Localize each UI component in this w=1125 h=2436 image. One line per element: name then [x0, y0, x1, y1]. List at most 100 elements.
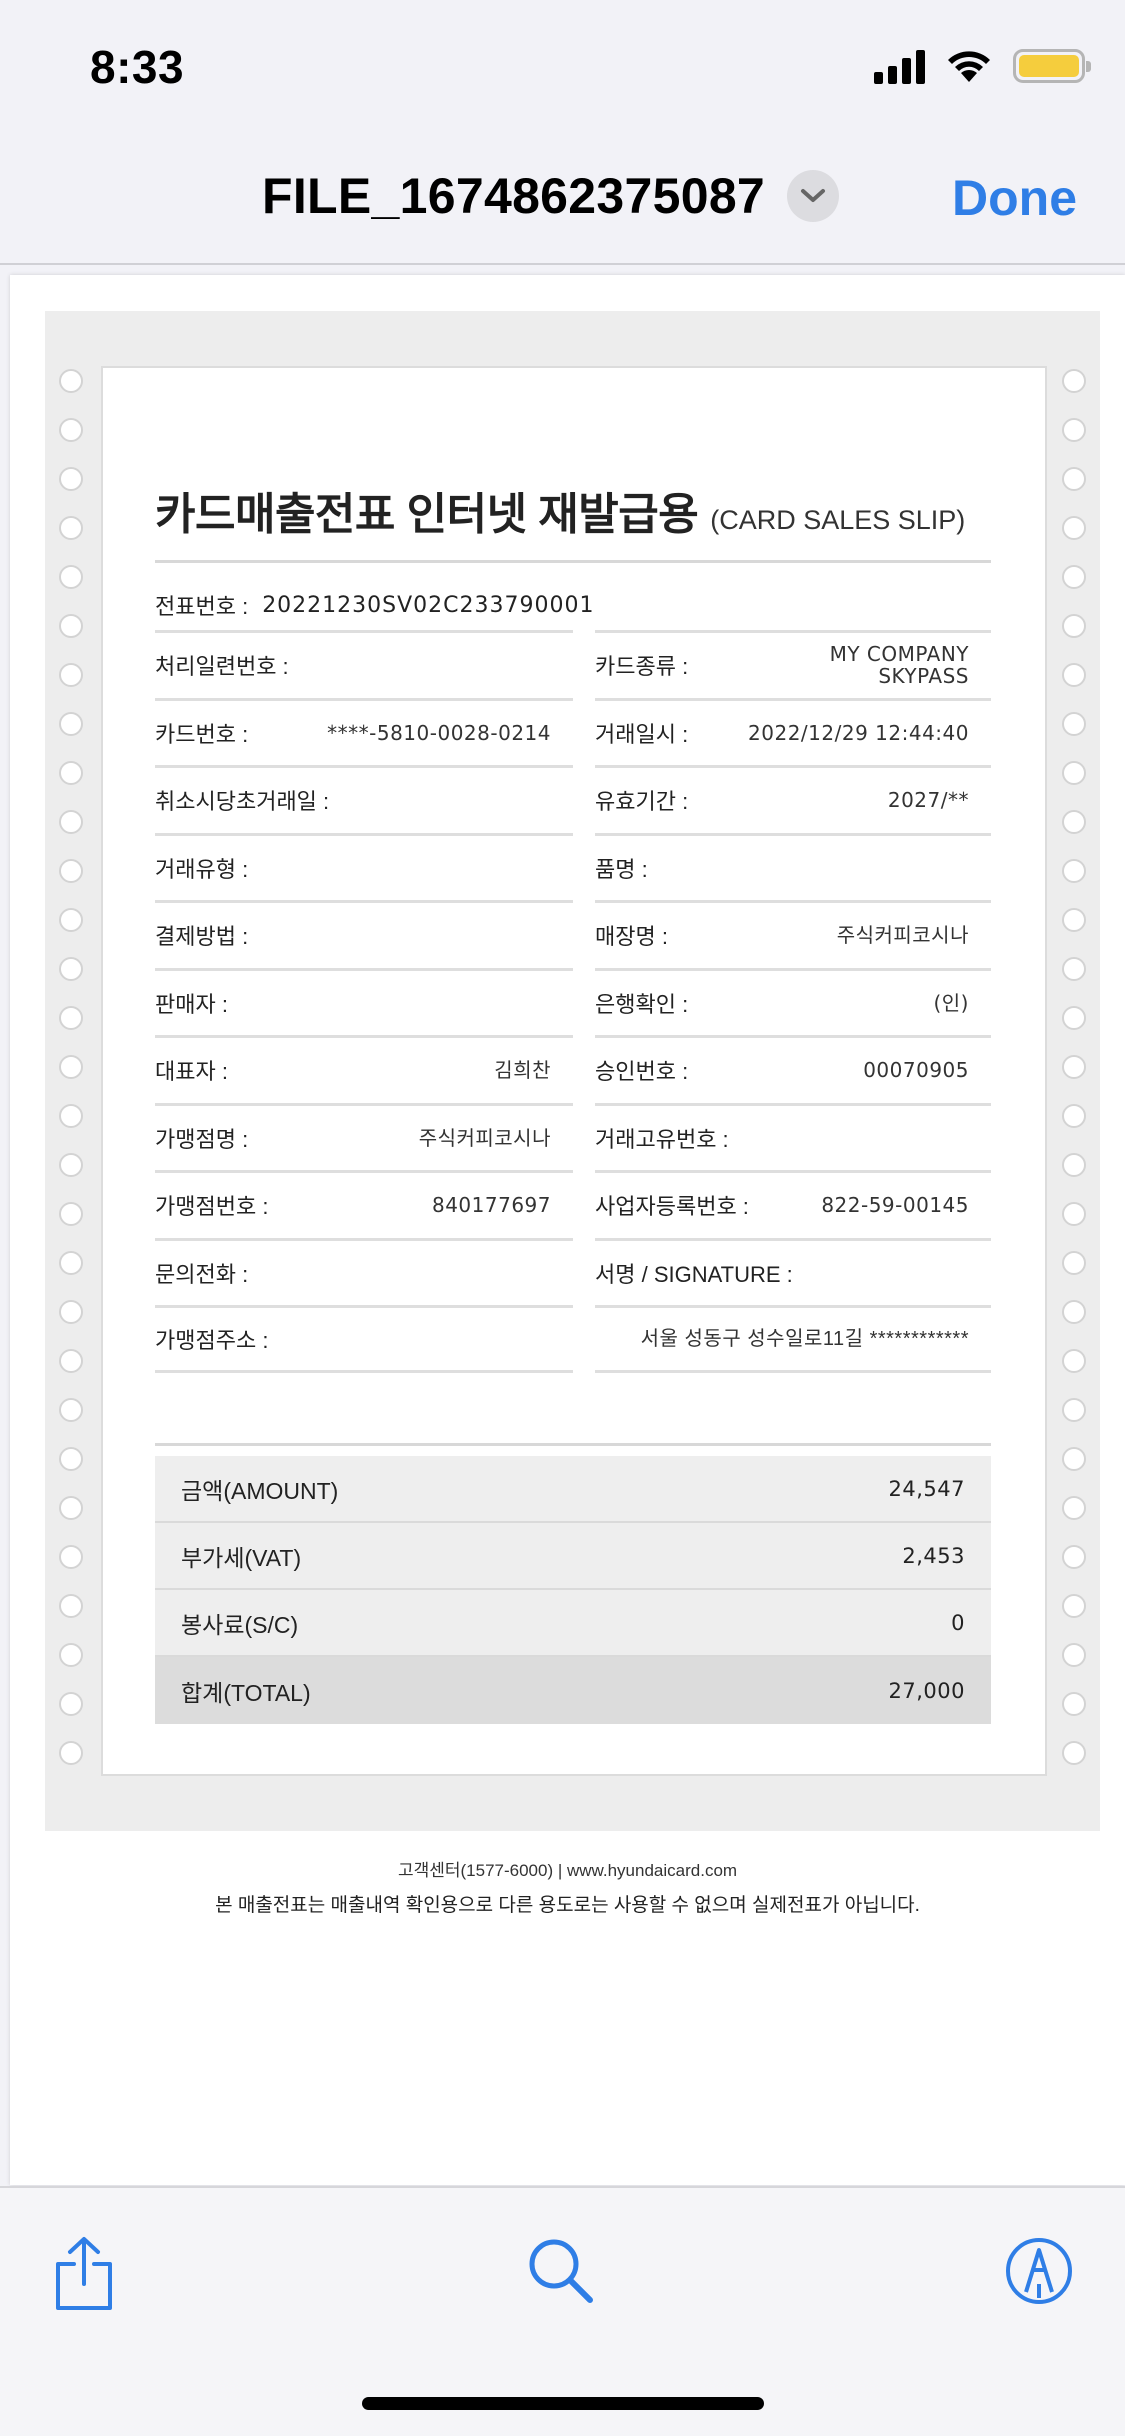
field-row: 가맹점번호 : 840177697 — [155, 1170, 573, 1238]
nav-bar: FILE_1674862375087 Done — [0, 135, 1125, 265]
field-row: 품명 : — [595, 832, 991, 901]
search-button[interactable] — [526, 2236, 596, 2311]
total-label: 봉사료(S/C) — [181, 1611, 299, 1638]
field-row: 가맹점명 : 주식커피코시나 — [155, 1102, 573, 1171]
cellular-signal-icon — [874, 48, 925, 84]
field-value: MY COMPANY SKYPASS — [829, 642, 969, 689]
customer-center-line: 고객센터(1577-6000) | www.hyundaicard.com — [397, 1861, 738, 1880]
total-row-service-charge: 봉사료(S/C) 0 — [155, 1590, 991, 1657]
status-icons — [874, 48, 1091, 84]
total-value: 27,000 — [888, 1678, 965, 1703]
field-row: 카드종류 : MY COMPANY SKYPASS — [595, 630, 991, 698]
field-value: (인) — [933, 990, 969, 1015]
sales-slip: 카드매출전표 인터넷 재발급용 (CARD SALES SLIP) 전표번호 :… — [101, 366, 1047, 1776]
field-row: 처리일련번호 : — [155, 630, 573, 698]
field-label: 카드종류 : — [595, 654, 689, 680]
field-value: ****-5810-0028-0214 — [327, 720, 551, 745]
field-label: 판매자 : — [155, 991, 228, 1017]
slip-frame: 카드매출전표 인터넷 재발급용 (CARD SALES SLIP) 전표번호 :… — [45, 311, 1100, 1831]
field-label: 사업자등록번호 : — [595, 1194, 749, 1220]
field-value: 822-59-00145 — [821, 1193, 969, 1218]
field-row: 문의전화 : — [155, 1237, 573, 1306]
field-label: 은행확인 : — [595, 991, 689, 1017]
field-row: 유효기간 : 2027/** — [595, 765, 991, 833]
status-time: 8:33 — [90, 41, 185, 93]
field-value: 00070905 — [863, 1058, 969, 1083]
field-row: 거래일시 : 2022/12/29 12:44:40 — [595, 697, 991, 766]
field-label: 문의전화 : — [155, 1261, 249, 1287]
chevron-down-icon[interactable] — [787, 170, 840, 222]
home-indicator[interactable] — [362, 2397, 764, 2410]
share-button[interactable] — [52, 2236, 116, 2317]
field-value: 김희찬 — [494, 1058, 551, 1083]
field-value: 주식커피코시나 — [836, 923, 969, 948]
field-value: 2022/12/29 12:44:40 — [748, 720, 969, 745]
merchant-address-value: 서울 성동구 성수일로11길 ************ — [640, 1327, 969, 1350]
total-value: 2,453 — [902, 1543, 965, 1568]
field-value: 2027/** — [887, 788, 969, 813]
field-label: 서명 / SIGNATURE : — [595, 1261, 793, 1287]
document-page[interactable]: 카드매출전표 인터넷 재발급용 (CARD SALES SLIP) 전표번호 :… — [10, 275, 1125, 2185]
left-field-column: 처리일련번호 : 카드번호 : ****-5810-0028-0214 취소시당초… — [155, 630, 573, 1373]
total-value: 0 — [951, 1610, 965, 1635]
field-row: 가맹점주소 : — [155, 1305, 573, 1373]
disclaimer-line: 본 매출전표는 매출내역 확인용으로 다른 용도로는 사용할 수 없으며 실제전… — [215, 1895, 920, 1916]
field-label: 결제방법 : — [155, 924, 249, 950]
share-icon — [56, 2237, 112, 2310]
slip-number-label: 전표번호 : — [155, 594, 249, 619]
total-label: 합계(TOTAL) — [181, 1679, 311, 1706]
field-label: 취소시당초거래일 : — [155, 789, 330, 815]
field-row: 취소시당초거래일 : — [155, 765, 573, 833]
totals-table: 금액(AMOUNT) 24,547 부가세(VAT) 2,453 봉사료(S/C) 0… — [155, 1443, 991, 1724]
field-label: 품명 : — [595, 856, 648, 882]
file-title: FILE_1674862375087 — [262, 168, 766, 224]
title-divider — [155, 560, 991, 563]
field-row: 승인번호 : 00070905 — [595, 1035, 991, 1103]
field-label: 카드번호 : — [155, 721, 249, 747]
field-label: 거래일시 : — [595, 721, 689, 747]
markup-button[interactable] — [1004, 2236, 1074, 2311]
field-row: 결제방법 : — [155, 900, 573, 968]
perforation-left — [59, 369, 83, 1790]
slip-number-row: 전표번호 : 20221230SV02C233790001 — [155, 580, 595, 630]
field-label: 처리일련번호 : — [155, 654, 289, 680]
field-row: 대표자 : 김희찬 — [155, 1035, 573, 1103]
field-value: 주식커피코시나 — [418, 1125, 551, 1150]
field-label: 가맹점주소 : — [155, 1327, 269, 1353]
right-field-column: 카드종류 : MY COMPANY SKYPASS 거래일시 : 2022/12/29… — [595, 630, 991, 1373]
slip-title-english: (CARD SALES SLIP) — [710, 505, 966, 535]
field-row: 서명 / SIGNATURE : — [595, 1237, 991, 1306]
field-row: 거래유형 : — [155, 832, 573, 901]
status-bar: 8:33 — [0, 0, 1125, 135]
field-label: 매장명 : — [595, 924, 668, 950]
field-row: 은행확인 : (인) — [595, 967, 991, 1036]
battery-icon — [1013, 49, 1091, 83]
field-label: 거래유형 : — [155, 856, 249, 882]
field-row: 매장명 : 주식커피코시나 — [595, 900, 991, 968]
field-row: 사업자등록번호 : 822-59-00145 — [595, 1170, 991, 1238]
total-row-vat: 부가세(VAT) 2,453 — [155, 1523, 991, 1590]
slip-number-value: 20221230SV02C233790001 — [262, 592, 595, 618]
search-icon — [529, 2239, 593, 2303]
total-row-amount: 금액(AMOUNT) 24,547 — [155, 1456, 991, 1523]
done-button[interactable]: Done — [952, 169, 1077, 227]
slip-title-korean: 카드매출전표 인터넷 재발급용 — [155, 490, 699, 539]
perforation-right — [1062, 369, 1086, 1790]
field-row: 카드번호 : ****-5810-0028-0214 — [155, 697, 573, 766]
markup-icon — [1006, 2238, 1072, 2304]
slip-title: 카드매출전표 인터넷 재발급용 (CARD SALES SLIP) — [155, 478, 965, 542]
field-label: 유효기간 : — [595, 789, 689, 815]
bottom-toolbar — [0, 2186, 1125, 2436]
total-label: 부가세(VAT) — [181, 1544, 302, 1571]
field-label: 대표자 : — [155, 1059, 228, 1085]
field-label: 가맹점명 : — [155, 1126, 249, 1152]
total-value: 24,547 — [888, 1476, 965, 1501]
nav-title-group[interactable]: FILE_1674862375087 — [262, 167, 840, 225]
field-value: 840177697 — [431, 1193, 551, 1218]
field-row: 거래고유번호 : — [595, 1102, 991, 1171]
wifi-icon — [948, 51, 990, 82]
field-label: 승인번호 : — [595, 1059, 689, 1085]
field-label: 거래고유번호 : — [595, 1126, 729, 1152]
total-label: 금액(AMOUNT) — [181, 1477, 339, 1504]
total-row-grand-total: 합계(TOTAL) 27,000 — [155, 1657, 991, 1724]
